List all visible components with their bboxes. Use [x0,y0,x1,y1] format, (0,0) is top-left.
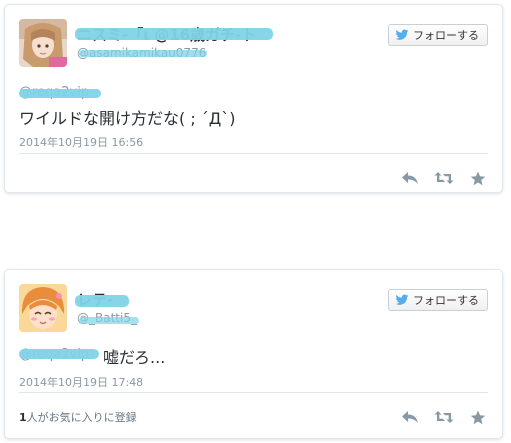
avatar[interactable] [19,284,67,332]
redaction-mark [79,50,207,57]
favorite-count[interactable]: 1人がお気に入りに登録 [19,409,137,425]
tweet-actions [400,408,488,426]
tweet-text: 嘘だろ... [103,348,166,367]
tweet-timestamp[interactable]: 2014年10月19日 16:56 [19,134,143,150]
twitter-bird-icon [395,294,409,305]
reply-icon [402,172,418,184]
redaction-mark [19,89,101,98]
redaction-mark [75,295,129,307]
twitter-bird-icon [395,29,409,40]
follow-button[interactable]: フォローする [388,24,488,46]
favorite-count-label: 人がお気に入りに登録 [26,411,137,424]
reply-button[interactable] [400,408,420,426]
tweet-text: ワイルドな開け方だな( ; ´Д`) [19,109,236,128]
follow-label: フォローする [413,29,479,42]
tweet-timestamp[interactable]: 2014年10月19日 17:48 [19,374,143,390]
avatar-image [19,19,67,67]
follow-label: フォローする [413,294,479,307]
retweet-icon [434,411,454,423]
favorite-icon [470,171,486,185]
redaction-mark [75,28,273,40]
redaction-mark [19,349,99,359]
avatar[interactable] [19,19,67,67]
reply-icon [402,411,418,423]
divider [19,392,488,393]
favorite-button[interactable] [468,408,488,426]
retweet-button[interactable] [434,169,454,187]
tweet-actions [400,169,488,187]
tweet-card: レテ- @_Batti5_ フォローする @reqa2vip 嘘だろ... 20… [4,269,503,439]
avatar-image [19,284,67,332]
redaction-mark [79,317,139,324]
favorite-icon [470,410,486,424]
favorite-count-number: 1 [19,411,27,424]
reply-button[interactable] [400,169,420,187]
tweet-card: ニスミ-「ι @16歳ガチ-ト @asamikamikau0776 フォローする… [4,4,503,193]
retweet-button[interactable] [434,408,454,426]
retweet-icon [434,172,454,184]
follow-button[interactable]: フォローする [388,289,488,311]
favorite-button[interactable] [468,169,488,187]
divider [19,153,488,154]
